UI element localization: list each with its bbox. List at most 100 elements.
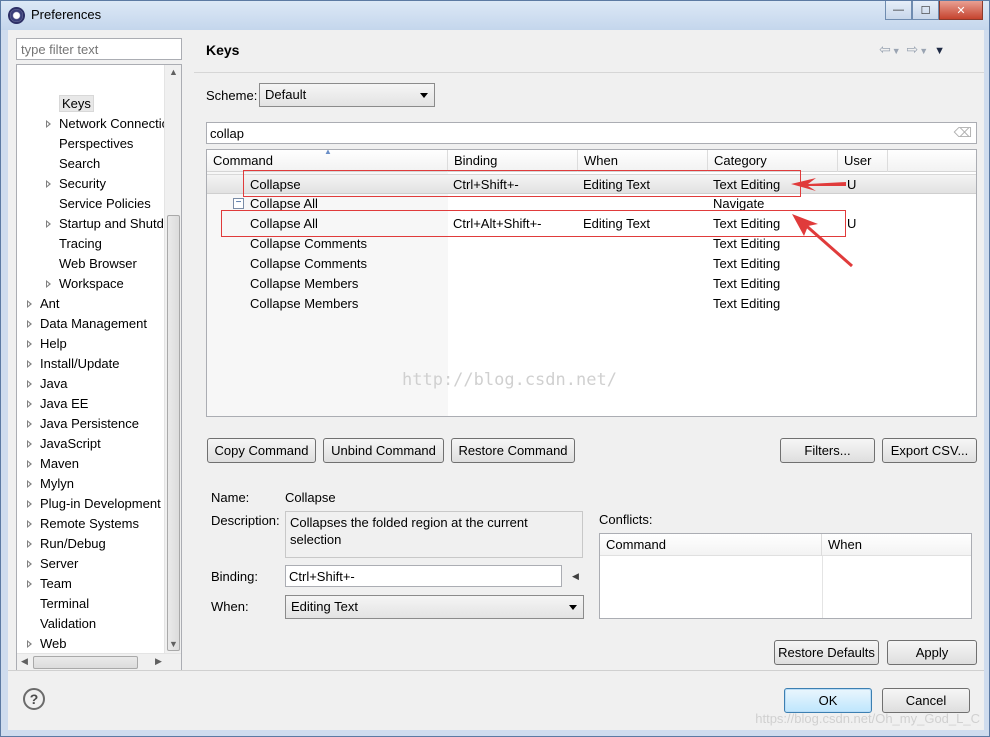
apply-button[interactable]: Apply: [887, 640, 977, 665]
tree-horizontal-scrollbar[interactable]: ◀ ▶: [17, 653, 181, 670]
scroll-right-icon[interactable]: ▶: [155, 656, 162, 667]
restore-command-button[interactable]: Restore Command: [451, 438, 575, 463]
sidebar-item[interactable]: JavaScript: [27, 434, 101, 454]
sidebar-item[interactable]: Remote Systems: [27, 514, 139, 534]
expand-arrow-icon[interactable]: [27, 360, 32, 368]
expand-arrow-icon[interactable]: [27, 500, 32, 508]
sidebar-item[interactable]: Security: [46, 174, 106, 194]
when-select[interactable]: Editing Text: [285, 595, 584, 619]
expand-arrow-icon[interactable]: [27, 440, 32, 448]
copy-command-button[interactable]: Copy Command: [207, 438, 316, 463]
sidebar-item[interactable]: Terminal: [40, 594, 89, 614]
sidebar-item[interactable]: Java Persistence: [27, 414, 139, 434]
sidebar-item[interactable]: Run/Debug: [27, 534, 106, 554]
help-icon[interactable]: ?: [23, 688, 45, 710]
expand-arrow-icon[interactable]: [46, 180, 51, 188]
sidebar-item[interactable]: Mylyn: [27, 474, 74, 494]
export-csv-button[interactable]: Export CSV...: [882, 438, 977, 463]
tree-scroll-thumb[interactable]: [167, 215, 180, 651]
sidebar-item[interactable]: Web Browser: [59, 254, 137, 274]
expand-arrow-icon[interactable]: [27, 480, 32, 488]
cell-command: Collapse Members: [250, 296, 359, 311]
expand-arrow-icon[interactable]: [46, 280, 51, 288]
column-user[interactable]: User: [838, 150, 888, 172]
column-category[interactable]: Category: [708, 150, 838, 172]
sidebar-item[interactable]: Server: [27, 554, 78, 574]
forward-dropdown-icon[interactable]: ▼: [919, 46, 929, 56]
sidebar-item[interactable]: Install/Update: [27, 354, 120, 374]
footer-divider: [8, 670, 984, 671]
maximize-button[interactable]: ☐: [912, 1, 939, 20]
expand-arrow-icon[interactable]: [46, 220, 51, 228]
sidebar-item[interactable]: Data Management: [27, 314, 147, 334]
window-controls: — ☐ ✕: [885, 1, 983, 20]
table-row[interactable]: Collapse Members Text Editing: [207, 294, 976, 314]
expand-arrow-icon[interactable]: [27, 640, 32, 648]
sidebar-item[interactable]: Tracing: [59, 234, 102, 254]
column-binding[interactable]: Binding: [448, 150, 578, 172]
sidebar-item-label: Run/Debug: [40, 536, 106, 551]
sidebar-item[interactable]: Web: [27, 634, 67, 654]
back-dropdown-icon[interactable]: ▼: [892, 46, 902, 56]
binding-input[interactable]: Ctrl+Shift+-: [285, 565, 562, 587]
sidebar-item-label: Maven: [40, 456, 80, 471]
sidebar-item-label: Search: [59, 156, 101, 171]
sidebar-item[interactable]: Java: [27, 374, 67, 394]
sidebar-item[interactable]: Ant: [27, 294, 60, 314]
expand-arrow-icon[interactable]: [27, 300, 32, 308]
close-button[interactable]: ✕: [939, 1, 983, 20]
scroll-down-icon[interactable]: ▼: [169, 639, 178, 649]
ok-button[interactable]: OK: [784, 688, 872, 713]
scroll-up-icon[interactable]: ▲: [169, 67, 178, 77]
name-value: Collapse: [285, 490, 336, 505]
sidebar-item[interactable]: Workspace: [46, 274, 124, 294]
sidebar-item[interactable]: Keys: [59, 94, 94, 114]
sidebar-item[interactable]: Search: [59, 154, 100, 174]
binding-shortcuts-button[interactable]: ◀: [567, 565, 584, 587]
sidebar-item[interactable]: Help: [27, 334, 67, 354]
tree-hscroll-thumb[interactable]: [33, 656, 138, 669]
forward-icon[interactable]: ⇨: [907, 41, 920, 57]
cancel-button[interactable]: Cancel: [882, 688, 970, 713]
table-watermark: http://blog.csdn.net/: [402, 370, 617, 390]
sidebar-item[interactable]: Validation: [40, 614, 96, 634]
collapse-node-icon[interactable]: −: [233, 198, 244, 209]
keys-search-input[interactable]: collap ⌫: [206, 122, 977, 144]
conflicts-column-when[interactable]: When: [822, 534, 971, 556]
expand-arrow-icon[interactable]: [27, 560, 32, 568]
expand-arrow-icon[interactable]: [27, 400, 32, 408]
tree-vertical-scrollbar[interactable]: ▲ ▼: [164, 65, 181, 653]
sidebar-item[interactable]: Maven: [27, 454, 80, 474]
expand-arrow-icon[interactable]: [27, 460, 32, 468]
conflicts-column-command[interactable]: Command: [600, 534, 822, 556]
expand-arrow-icon[interactable]: [27, 320, 32, 328]
sidebar-item[interactable]: Team: [27, 574, 72, 594]
restore-defaults-button[interactable]: Restore Defaults: [774, 640, 879, 665]
view-menu-icon[interactable]: ▼: [934, 45, 946, 57]
sidebar-item[interactable]: Plug-in Development: [27, 494, 161, 514]
expand-arrow-icon[interactable]: [27, 580, 32, 588]
clear-search-icon[interactable]: ⌫: [954, 125, 972, 141]
filters-button[interactable]: Filters...: [780, 438, 875, 463]
sidebar-item-label: Java EE: [40, 396, 89, 411]
expand-arrow-icon[interactable]: [27, 540, 32, 548]
expand-arrow-icon[interactable]: [27, 420, 32, 428]
expand-arrow-icon[interactable]: [27, 380, 32, 388]
unbind-command-button[interactable]: Unbind Command: [323, 438, 444, 463]
expand-arrow-icon[interactable]: [46, 120, 51, 128]
expand-arrow-icon[interactable]: [27, 340, 32, 348]
table-row[interactable]: Collapse Members Text Editing: [207, 274, 976, 294]
column-when[interactable]: When: [578, 150, 708, 172]
scroll-left-icon[interactable]: ◀: [21, 656, 28, 667]
minimize-button[interactable]: —: [885, 1, 912, 20]
sidebar-item-label: Ant: [40, 296, 60, 311]
expand-arrow-icon[interactable]: [27, 520, 32, 528]
sidebar-item[interactable]: Service Policies: [59, 194, 151, 214]
back-icon[interactable]: ⇦: [879, 41, 892, 57]
filter-input[interactable]: [16, 38, 182, 60]
sidebar-item[interactable]: Perspectives: [59, 134, 133, 154]
sidebar-item[interactable]: Java EE: [27, 394, 89, 414]
conflicts-header: Command When: [600, 534, 971, 556]
scheme-select[interactable]: Default: [259, 83, 435, 107]
annotation-box-collapse-all: [221, 210, 846, 237]
